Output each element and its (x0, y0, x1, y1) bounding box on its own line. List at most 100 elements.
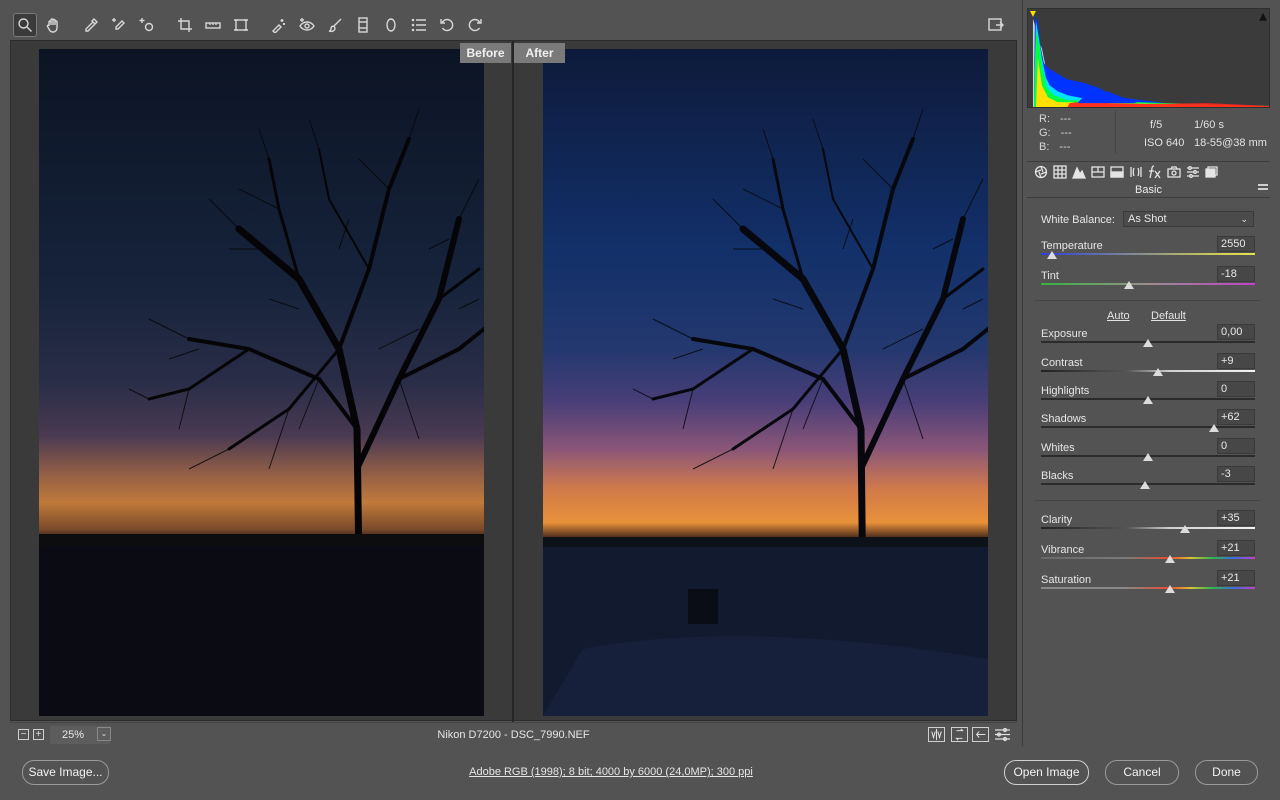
grid-icon (1052, 164, 1067, 179)
eyedropper-plus-icon (112, 18, 125, 30)
tab-presets[interactable] (1183, 163, 1202, 181)
clarity-slider-thumb[interactable] (1180, 525, 1191, 533)
blacks-label: Blacks (1041, 470, 1074, 482)
saturation-slider-track[interactable] (1041, 587, 1255, 589)
before-after-mode-button[interactable] (928, 727, 945, 742)
eyedropper-icon (85, 18, 98, 32)
crop-tool-button[interactable] (174, 14, 196, 36)
g-label: G: (1039, 127, 1051, 139)
whites-label: Whites (1041, 442, 1075, 454)
whites-slider-thumb[interactable] (1143, 453, 1153, 461)
tab-calibration[interactable] (1164, 163, 1183, 181)
whites-value-field[interactable]: 0 (1217, 438, 1255, 454)
saturation-slider-thumb[interactable] (1165, 585, 1176, 593)
panel-menu-icon[interactable] (1258, 184, 1268, 194)
exposure-slider-thumb[interactable] (1143, 339, 1153, 347)
white-balance-select[interactable]: As Shot ⌄ (1123, 211, 1254, 227)
vibrance-value-field[interactable]: +21 (1217, 540, 1255, 556)
tab-hsl[interactable] (1088, 163, 1107, 181)
rotate-ccw-button[interactable] (436, 14, 458, 36)
targeted-adjustment-tool-button[interactable] (136, 14, 158, 36)
clarity-slider-track[interactable] (1041, 527, 1255, 529)
red-eye-tool-button[interactable] (296, 14, 318, 36)
highlights-value-field[interactable]: 0 (1217, 381, 1255, 397)
iso-value: ISO 640 (1144, 137, 1185, 149)
preferences-button[interactable] (408, 14, 430, 36)
hand-tool-button[interactable] (42, 14, 64, 36)
shadows-slider-track[interactable] (1041, 426, 1255, 428)
before-photo (39, 49, 484, 716)
mountain-icon (1071, 165, 1086, 179)
temperature-slider-track[interactable] (1041, 253, 1255, 255)
rotate-cw-button[interactable] (464, 14, 486, 36)
graduated-filter-button[interactable] (352, 14, 374, 36)
white-balance-label: White Balance: (1041, 214, 1115, 226)
zoom-tool-button[interactable] (13, 13, 37, 37)
toggle-settings-button[interactable] (994, 727, 1011, 742)
swap-icon (955, 728, 964, 741)
white-balance-value: As Shot (1128, 213, 1167, 225)
sliders-icon (995, 727, 1010, 742)
tab-effects[interactable] (1145, 163, 1164, 181)
tab-lens-corrections[interactable] (1126, 163, 1145, 181)
default-button[interactable]: Default (1151, 310, 1186, 322)
open-image-button[interactable]: Open Image (1004, 760, 1089, 785)
done-button[interactable]: Done (1195, 760, 1258, 785)
white-balance-tool-button[interactable] (80, 14, 102, 36)
blacks-value-field[interactable]: -3 (1217, 466, 1255, 482)
tint-slider-track[interactable] (1041, 283, 1255, 285)
exposure-value-field[interactable]: 0,00 (1217, 324, 1255, 340)
auto-button[interactable]: Auto (1107, 310, 1130, 322)
saturation-slider-row: Saturation +21 (1041, 570, 1255, 604)
vibrance-label: Vibrance (1041, 544, 1085, 556)
tab-split-toning[interactable] (1107, 163, 1126, 181)
exposure-label: Exposure (1041, 328, 1088, 340)
crop-icon (178, 18, 192, 32)
b-label: B: (1039, 141, 1050, 153)
image-preview[interactable]: Before After (10, 40, 1017, 722)
preview-status-bar: − + 25% ⌄ Nikon D7200 - DSC_7990.NEF (10, 722, 1017, 746)
presets-icon (1186, 165, 1199, 178)
chevron-down-icon: ⌄ (1240, 214, 1248, 224)
temperature-slider-thumb[interactable] (1046, 251, 1057, 259)
toggle-fullscreen-button[interactable] (985, 14, 1007, 36)
adjustment-brush-button[interactable] (324, 14, 346, 36)
radial-filter-button[interactable] (380, 14, 402, 36)
tint-value-field[interactable]: -18 (1217, 266, 1255, 282)
straighten-tool-button[interactable] (202, 14, 224, 36)
tab-snapshots[interactable] (1202, 163, 1221, 181)
tab-tone-curve[interactable] (1050, 163, 1069, 181)
swap-settings-button[interactable] (951, 727, 968, 742)
vibrance-slider-track[interactable] (1041, 557, 1255, 559)
contrast-slider-track[interactable] (1041, 370, 1255, 372)
contrast-slider-thumb[interactable] (1152, 368, 1163, 376)
shadows-slider-thumb[interactable] (1209, 424, 1220, 432)
rotate-left-icon (440, 18, 454, 32)
cancel-button[interactable]: Cancel (1105, 760, 1179, 785)
copy-settings-button[interactable] (972, 727, 989, 742)
color-sampler-tool-button[interactable] (108, 14, 130, 36)
tab-detail[interactable] (1069, 163, 1088, 181)
clarity-label: Clarity (1041, 514, 1073, 526)
file-name-label: Nikon D7200 - DSC_7990.NEF (437, 729, 590, 741)
adjustment-panel: R: --- G: --- B: --- f/5 1/60 s ISO 640 18-… (1022, 0, 1272, 746)
temperature-value-field[interactable]: 2550 (1217, 236, 1255, 252)
transform-tool-button[interactable] (230, 14, 252, 36)
shadows-value-field[interactable]: +62 (1217, 409, 1255, 425)
snapshots-icon (1204, 165, 1218, 178)
vibrance-slider-thumb[interactable] (1165, 555, 1176, 563)
list-icon (411, 18, 426, 32)
rotate-right-icon (468, 18, 482, 32)
tint-slider-thumb[interactable] (1123, 281, 1134, 289)
contrast-value-field[interactable]: +9 (1217, 353, 1255, 369)
clarity-value-field[interactable]: +35 (1217, 510, 1255, 526)
panel-tabs (1027, 161, 1270, 181)
toolbar (10, 10, 1017, 40)
highlights-slider-thumb[interactable] (1143, 396, 1153, 404)
tab-basic[interactable] (1031, 163, 1050, 181)
saturation-value-field[interactable]: +21 (1217, 570, 1255, 586)
blacks-slider-thumb[interactable] (1139, 481, 1150, 489)
arrow-left-icon (975, 731, 986, 738)
lens-value: 18-55@38 mm (1194, 137, 1267, 149)
spot-removal-tool-button[interactable] (268, 14, 290, 36)
